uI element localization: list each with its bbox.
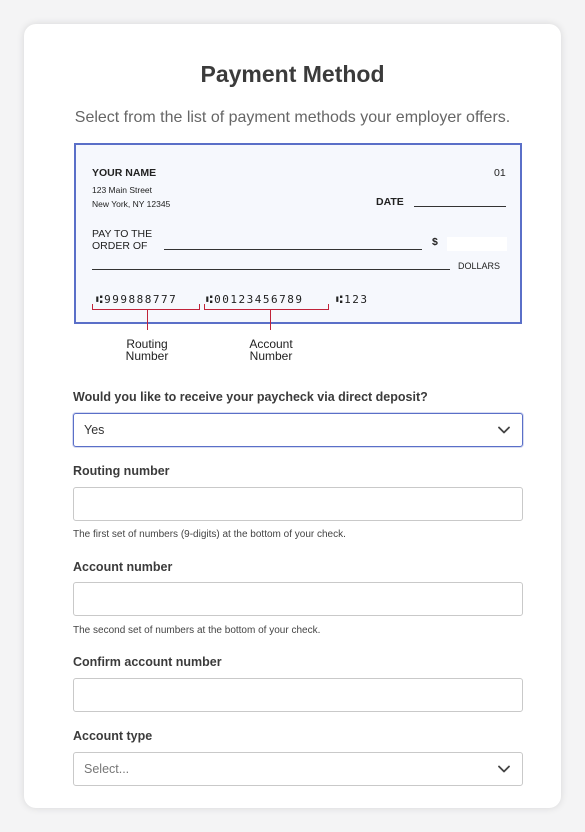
micr-check-number: ⑆123 <box>336 293 369 306</box>
confirm-account-number-input[interactable] <box>73 678 523 712</box>
page-title: Payment Method <box>200 61 385 87</box>
check-date-line <box>414 206 506 207</box>
account-bracket <box>204 304 329 310</box>
account-number-label: Account number <box>73 560 173 574</box>
chevron-down-icon <box>498 423 512 437</box>
routing-number-input[interactable] <box>73 487 523 521</box>
account-number-caption: Account Number <box>236 338 306 362</box>
routing-pointer-line <box>147 310 148 330</box>
routing-number-hint: The first set of numbers (9-digits) at t… <box>73 529 346 540</box>
account-number-input[interactable] <box>73 582 523 616</box>
sample-check-illustration: YOUR NAME 123 Main Street New York, NY 1… <box>74 143 522 324</box>
page-subtitle: Select from the list of payment methods … <box>74 109 511 126</box>
account-caption-line2: Number <box>249 349 293 363</box>
account-type-select[interactable]: Select... <box>73 752 523 786</box>
check-address-line1: 123 Main Street <box>92 185 153 195</box>
account-type-label: Account type <box>73 729 153 743</box>
check-name: YOUR NAME <box>92 167 157 179</box>
routing-bracket <box>92 304 200 310</box>
confirm-account-number-label: Confirm account number <box>73 655 222 669</box>
direct-deposit-select[interactable]: Yes <box>73 413 523 447</box>
check-pay-to-line2: ORDER OF <box>92 240 148 252</box>
check-amount-box <box>447 237 507 251</box>
check-number: 01 <box>494 167 506 179</box>
check-date-label: DATE <box>376 196 404 208</box>
chevron-down-icon <box>498 762 512 776</box>
check-address-line2: New York, NY 12345 <box>92 199 171 209</box>
routing-number-caption: Routing Number <box>117 338 177 362</box>
direct-deposit-value: Yes <box>84 423 105 437</box>
check-written-amount-line <box>92 269 450 270</box>
check-dollars-label: DOLLARS <box>458 261 501 271</box>
routing-caption-line2: Number <box>125 349 169 363</box>
account-pointer-line <box>270 310 271 330</box>
account-number-hint: The second set of numbers at the bottom … <box>73 625 321 636</box>
check-payee-line <box>164 249 422 250</box>
check-dollar-sign: $ <box>432 236 438 248</box>
check-pay-to-line1: PAY TO THE <box>92 228 153 240</box>
account-type-placeholder: Select... <box>84 762 130 776</box>
routing-number-label: Routing number <box>73 464 170 478</box>
direct-deposit-label: Would you like to receive your paycheck … <box>73 390 428 404</box>
